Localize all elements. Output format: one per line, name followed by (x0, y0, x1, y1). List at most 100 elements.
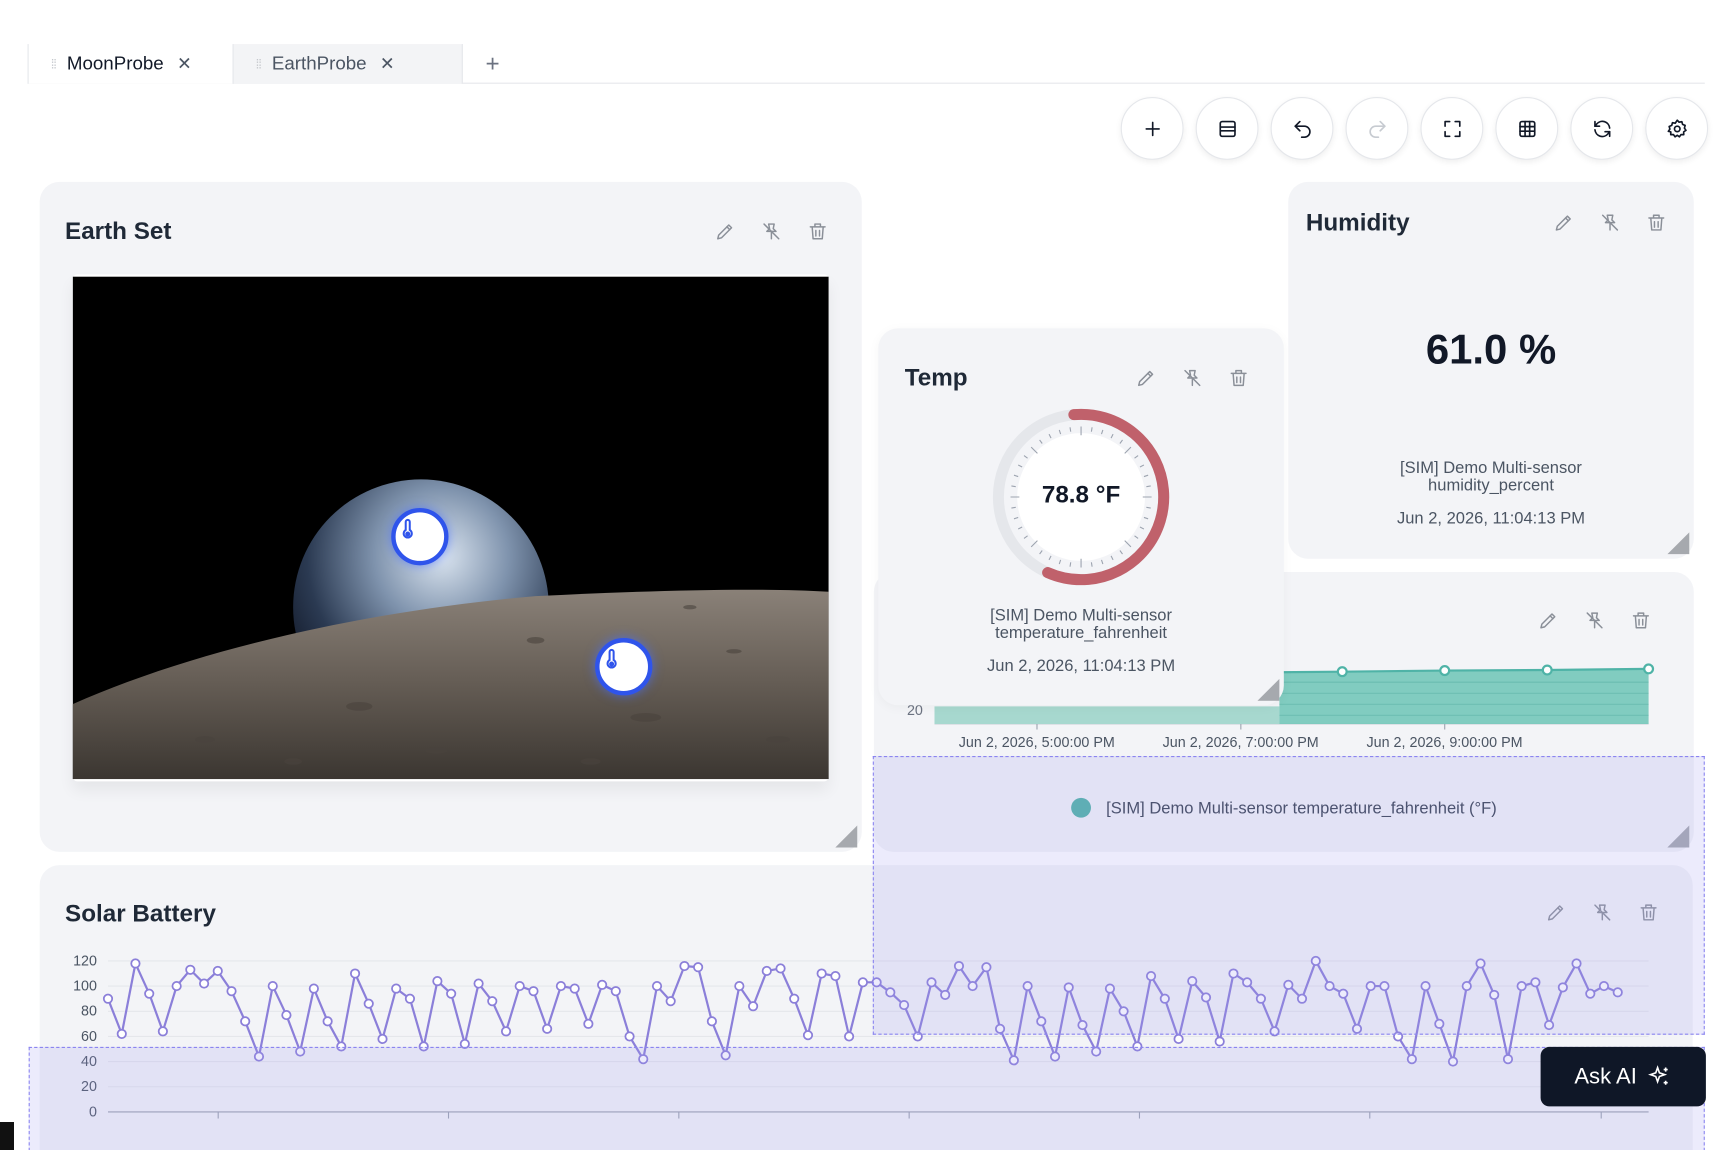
earth-set-image (72, 274, 829, 782)
data-point (514, 981, 525, 992)
data-point (432, 976, 443, 987)
data-point (322, 1016, 333, 1027)
gauge-tick (1058, 559, 1062, 565)
tab-earthprobe[interactable]: ⁞⁞ EarthProbe ✕ (232, 44, 463, 84)
area-fill (934, 706, 1280, 725)
unpin-icon[interactable] (760, 220, 782, 242)
grid-button[interactable] (1495, 96, 1559, 160)
sensor-source: [SIM] Demo Multi-sensor (990, 606, 1172, 625)
resize-handle-icon[interactable] (1667, 532, 1690, 555)
data-point (446, 988, 457, 999)
gauge-tick (1048, 555, 1052, 561)
data-point (775, 963, 786, 974)
trash-icon[interactable] (1645, 212, 1667, 234)
dashboard-app: ⁞⁞ MoonProbe ✕ ⁞⁞ EarthProbe ✕ + Earth S… (0, 0, 1728, 1150)
data-point (624, 1031, 635, 1042)
gauge-tick (1124, 540, 1132, 548)
redo-button[interactable] (1345, 96, 1409, 160)
gauge-tick (1023, 455, 1028, 459)
gauge-tick (1143, 516, 1149, 520)
gauge-tick (1139, 526, 1145, 530)
plus-icon (1144, 121, 1160, 136)
settings-button[interactable] (1645, 96, 1709, 160)
sensor-timestamp: Jun 2, 2026, 11:04:13 PM (987, 656, 1176, 676)
gauge-tick (1100, 559, 1104, 565)
data-point (597, 979, 608, 990)
widget-title: Humidity (1305, 208, 1410, 236)
widget-actions (1135, 367, 1250, 389)
humidity-value: 61.0 % (1425, 327, 1557, 374)
temp-widget: Temp 78.8 °F [SIM] Demo Multi-sensor tem… (878, 328, 1284, 706)
data-point (1643, 663, 1655, 675)
gauge-tick (1134, 535, 1139, 539)
gauge-tick (1013, 516, 1019, 520)
refresh-button[interactable] (1570, 96, 1634, 160)
thermometer-icon (402, 518, 413, 539)
add-tab-button[interactable]: + (479, 44, 505, 84)
layout-button[interactable] (1195, 96, 1259, 160)
close-icon[interactable]: ✕ (177, 53, 192, 75)
close-icon[interactable]: ✕ (380, 53, 395, 75)
x-tick-label: Jun 2, 2026, 9:00:00 PM (1366, 733, 1523, 751)
resize-handle-icon[interactable] (835, 825, 858, 848)
earth-set-widget: Earth Set (39, 181, 862, 852)
data-point (130, 958, 141, 969)
gauge-tick (1023, 535, 1028, 539)
data-point (665, 996, 676, 1007)
layout-icon (1218, 120, 1236, 137)
gauge-tick (1100, 429, 1104, 435)
gauge-tick (1143, 474, 1149, 478)
drag-handle-icon[interactable]: ⁞⁞ (256, 57, 262, 70)
sensor-metric: temperature_fahrenheit (995, 623, 1167, 643)
undo-button[interactable] (1270, 96, 1334, 160)
gauge-tick (1069, 427, 1072, 432)
sensor-marker[interactable] (391, 508, 449, 566)
edit-icon[interactable] (714, 220, 736, 242)
data-point (830, 970, 841, 982)
data-point (199, 978, 210, 989)
trash-icon[interactable] (807, 220, 829, 242)
ask-ai-button[interactable]: Ask AI (1540, 1046, 1706, 1107)
data-point (377, 1033, 388, 1045)
humidity-widget: Humidity 61.0 % [SIM] Demo Multi-sensor … (1288, 181, 1694, 559)
resize-handle-icon[interactable] (1257, 678, 1280, 701)
sensor-marker[interactable] (595, 638, 653, 696)
data-point (816, 968, 827, 979)
data-point (185, 964, 196, 975)
gauge-tick (1058, 429, 1062, 435)
unpin-icon[interactable] (1181, 367, 1203, 389)
drop-placeholder (28, 1046, 1705, 1150)
widget-title: Temp (904, 363, 968, 392)
drag-handle-icon[interactable]: ⁞⁞ (51, 57, 57, 70)
x-tick-label: Jun 2, 2026, 5:00:00 PM (958, 733, 1115, 751)
trash-icon[interactable] (1228, 367, 1250, 389)
tab-moonprobe[interactable]: ⁞⁞ MoonProbe ✕ (27, 44, 233, 84)
data-point (610, 986, 621, 997)
data-point (528, 986, 539, 997)
fullscreen-button[interactable] (1420, 96, 1484, 160)
data-point (693, 962, 704, 973)
data-point (569, 983, 580, 994)
tab-bar: ⁞⁞ MoonProbe ✕ ⁞⁞ EarthProbe ✕ + (27, 44, 1705, 84)
edit-icon[interactable] (1553, 212, 1575, 234)
unpin-icon[interactable] (1599, 212, 1621, 234)
data-point (391, 983, 402, 994)
edit-icon[interactable] (1135, 367, 1157, 389)
x-tick-label: Jun 2, 2026, 7:00:00 PM (1162, 733, 1319, 751)
data-point (349, 968, 361, 979)
redo-icon (1368, 120, 1386, 138)
add-widget-button[interactable] (1120, 96, 1184, 160)
data-point (789, 993, 800, 1004)
window-corner (0, 1122, 14, 1150)
data-point (844, 1031, 855, 1042)
gauge-tick (1134, 455, 1139, 459)
gauge-tick (1119, 439, 1123, 444)
gauge-tick (1069, 562, 1072, 567)
data-point (240, 1016, 251, 1027)
area-fill (1279, 668, 1649, 725)
thermometer-icon (606, 648, 617, 669)
sensor-source: [SIM] Demo Multi-sensor (1400, 458, 1582, 478)
data-point (500, 1026, 512, 1037)
widget-actions (1553, 212, 1668, 234)
ask-ai-label: Ask AI (1574, 1063, 1637, 1089)
